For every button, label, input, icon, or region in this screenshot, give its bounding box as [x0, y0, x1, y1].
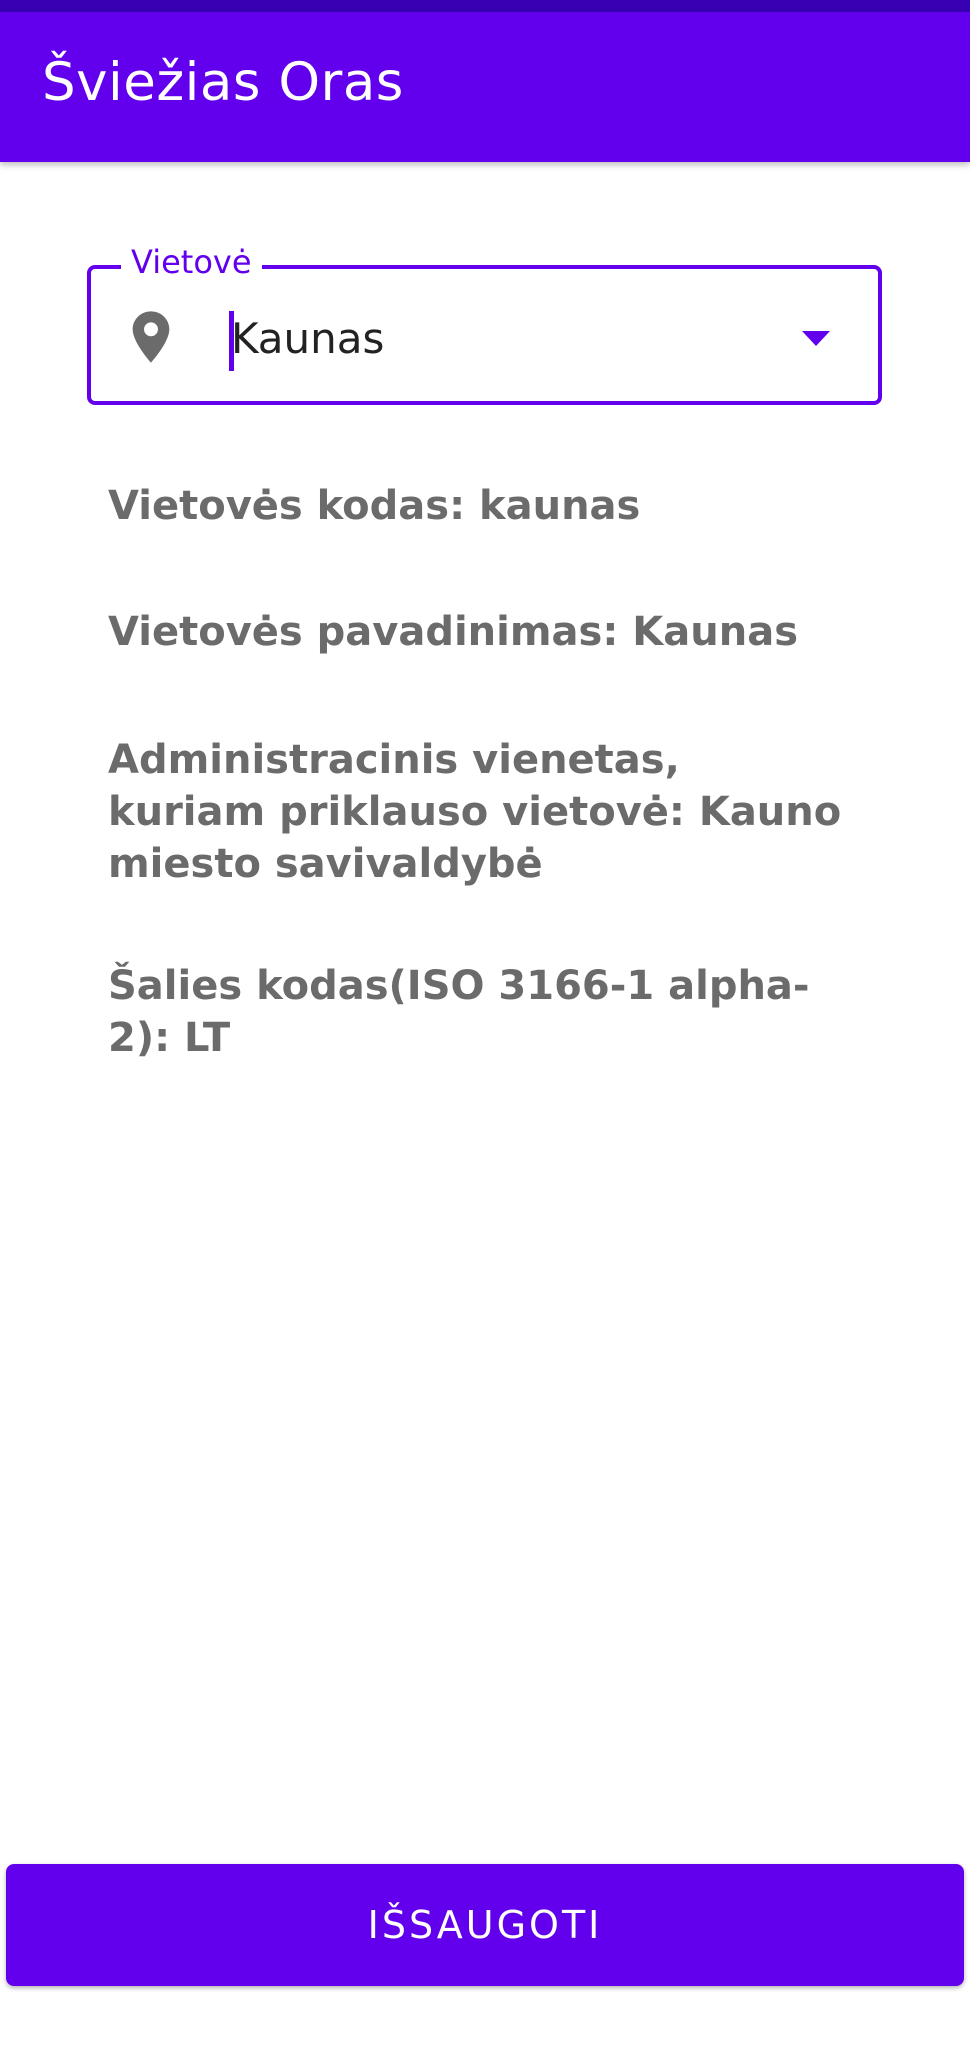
app-bar: Šviežias Oras: [0, 12, 970, 162]
admin-unit-text: Administracinis vienetas, kuriam priklau…: [108, 737, 842, 887]
status-bar: [0, 0, 970, 12]
save-button[interactable]: IŠSAUGOTI: [6, 1864, 964, 1986]
location-pin-icon: [132, 311, 170, 363]
location-name-text: Vietovės pavadinimas: Kaunas: [108, 609, 798, 655]
location-input[interactable]: Kaunas: [231, 309, 384, 369]
location-code-text: Vietovės kodas: kaunas: [108, 483, 641, 529]
location-dropdown[interactable]: Vietovė Kaunas: [87, 243, 882, 405]
location-field-label: Vietovė: [121, 243, 262, 281]
dropdown-arrow-icon[interactable]: [802, 331, 830, 346]
app-title: Šviežias Oras: [42, 51, 404, 113]
country-code-text: Šalies kodas(ISO 3166-1 alpha-2): LT: [108, 963, 810, 1061]
